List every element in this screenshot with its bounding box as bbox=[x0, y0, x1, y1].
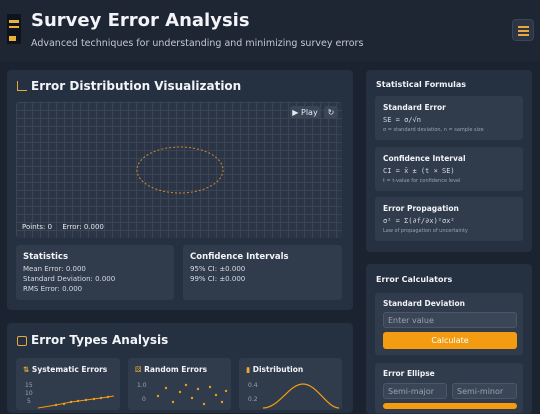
calculators-title: Error Calculators bbox=[376, 275, 453, 284]
distribution-plot bbox=[262, 383, 340, 409]
formula-card-confidence-interval: Confidence Interval CI = x̄ ± (t × SE) t… bbox=[375, 147, 523, 191]
header: Survey Error Analysis Advanced technique… bbox=[0, 0, 540, 62]
systematic-card: ⇅ Systematic Errors 15 10 5 bbox=[16, 358, 120, 410]
play-icon: ▶ bbox=[292, 108, 299, 117]
ellipse-calculate-button[interactable] bbox=[383, 403, 517, 409]
semi-major-input[interactable]: Semi-major bbox=[383, 383, 447, 399]
refresh-icon[interactable]: ↻ bbox=[324, 106, 338, 119]
statistics-title: Statistics bbox=[23, 252, 69, 262]
formula-expression: SE = σ/√n bbox=[383, 116, 421, 124]
formula-note: σ = standard deviation, n = sample size bbox=[383, 127, 484, 133]
formula-note: Law of propagation of uncertainty bbox=[383, 228, 468, 234]
formula-name: Error Propagation bbox=[383, 204, 459, 213]
statistics-card: Statistics Mean Error: 0.000 Standard De… bbox=[16, 245, 174, 300]
error-distribution-canvas[interactable]: ▶ Play ↻ bbox=[16, 102, 342, 238]
distribution-card: ▮ Distribution 0.4 0.2 bbox=[239, 358, 342, 410]
formula-name: Confidence Interval bbox=[383, 154, 466, 163]
viz-status: Points: 0 Error: 0.000 bbox=[22, 223, 104, 231]
random-plot bbox=[156, 383, 228, 406]
calculate-button[interactable]: Calculate bbox=[383, 332, 517, 349]
std-value-input[interactable]: Enter value bbox=[383, 312, 517, 328]
confidence-card: Confidence Intervals 95% CI: ±0.000 99% … bbox=[183, 245, 342, 300]
mean-error: Mean Error: 0.000 bbox=[23, 265, 86, 273]
std-calculator-title: Standard Deviation bbox=[383, 299, 465, 308]
std-deviation: Standard Deviation: 0.000 bbox=[23, 275, 116, 283]
error-ellipse-plot bbox=[136, 146, 224, 194]
rms-error: RMS Error: 0.000 bbox=[23, 285, 83, 293]
systematic-plot bbox=[37, 395, 115, 409]
play-button[interactable]: ▶ Play bbox=[290, 106, 320, 119]
ellipse-calculator-card: Error Ellipse Semi-major Semi-minor bbox=[375, 363, 523, 413]
formula-card-error-propagation: Error Propagation σ² = Σ(∂f/∂x)²σx² Law … bbox=[375, 197, 523, 241]
formula-expression: σ² = Σ(∂f/∂x)²σx² bbox=[383, 217, 455, 225]
formula-expression: CI = x̄ ± (t × SE) bbox=[383, 167, 455, 175]
current-error: Error: 0.000 bbox=[62, 223, 104, 231]
points-count: Points: 0 bbox=[22, 223, 53, 231]
formula-name: Standard Error bbox=[383, 103, 446, 112]
target-icon bbox=[17, 336, 27, 346]
std-calculator-card: Standard Deviation Enter value Calculate bbox=[375, 293, 523, 355]
ellipse-calculator-title: Error Ellipse bbox=[383, 369, 435, 378]
logo bbox=[7, 14, 21, 44]
random-card: ⚄ Random Errors 1.0 0 bbox=[128, 358, 231, 410]
visualization-title: Error Distribution Visualization bbox=[31, 79, 242, 93]
ci-95: 95% CI: ±0.000 bbox=[190, 265, 246, 273]
chart-icon bbox=[17, 81, 27, 91]
semi-minor-input[interactable]: Semi-minor bbox=[452, 383, 517, 399]
formula-card-standard-error: Standard Error SE = σ/√n σ = standard de… bbox=[375, 96, 523, 140]
ci-99: 99% CI: ±0.000 bbox=[190, 275, 246, 283]
formula-note: t = t-value for confidence level bbox=[383, 178, 461, 184]
formulas-title: Statistical Formulas bbox=[376, 80, 467, 89]
error-types-title: Error Types Analysis bbox=[31, 333, 169, 347]
page-subtitle: Advanced techniques for understanding an… bbox=[31, 38, 364, 49]
confidence-title: Confidence Intervals bbox=[190, 252, 289, 262]
sliders-icon[interactable] bbox=[512, 19, 534, 41]
page-title: Survey Error Analysis bbox=[31, 10, 250, 31]
